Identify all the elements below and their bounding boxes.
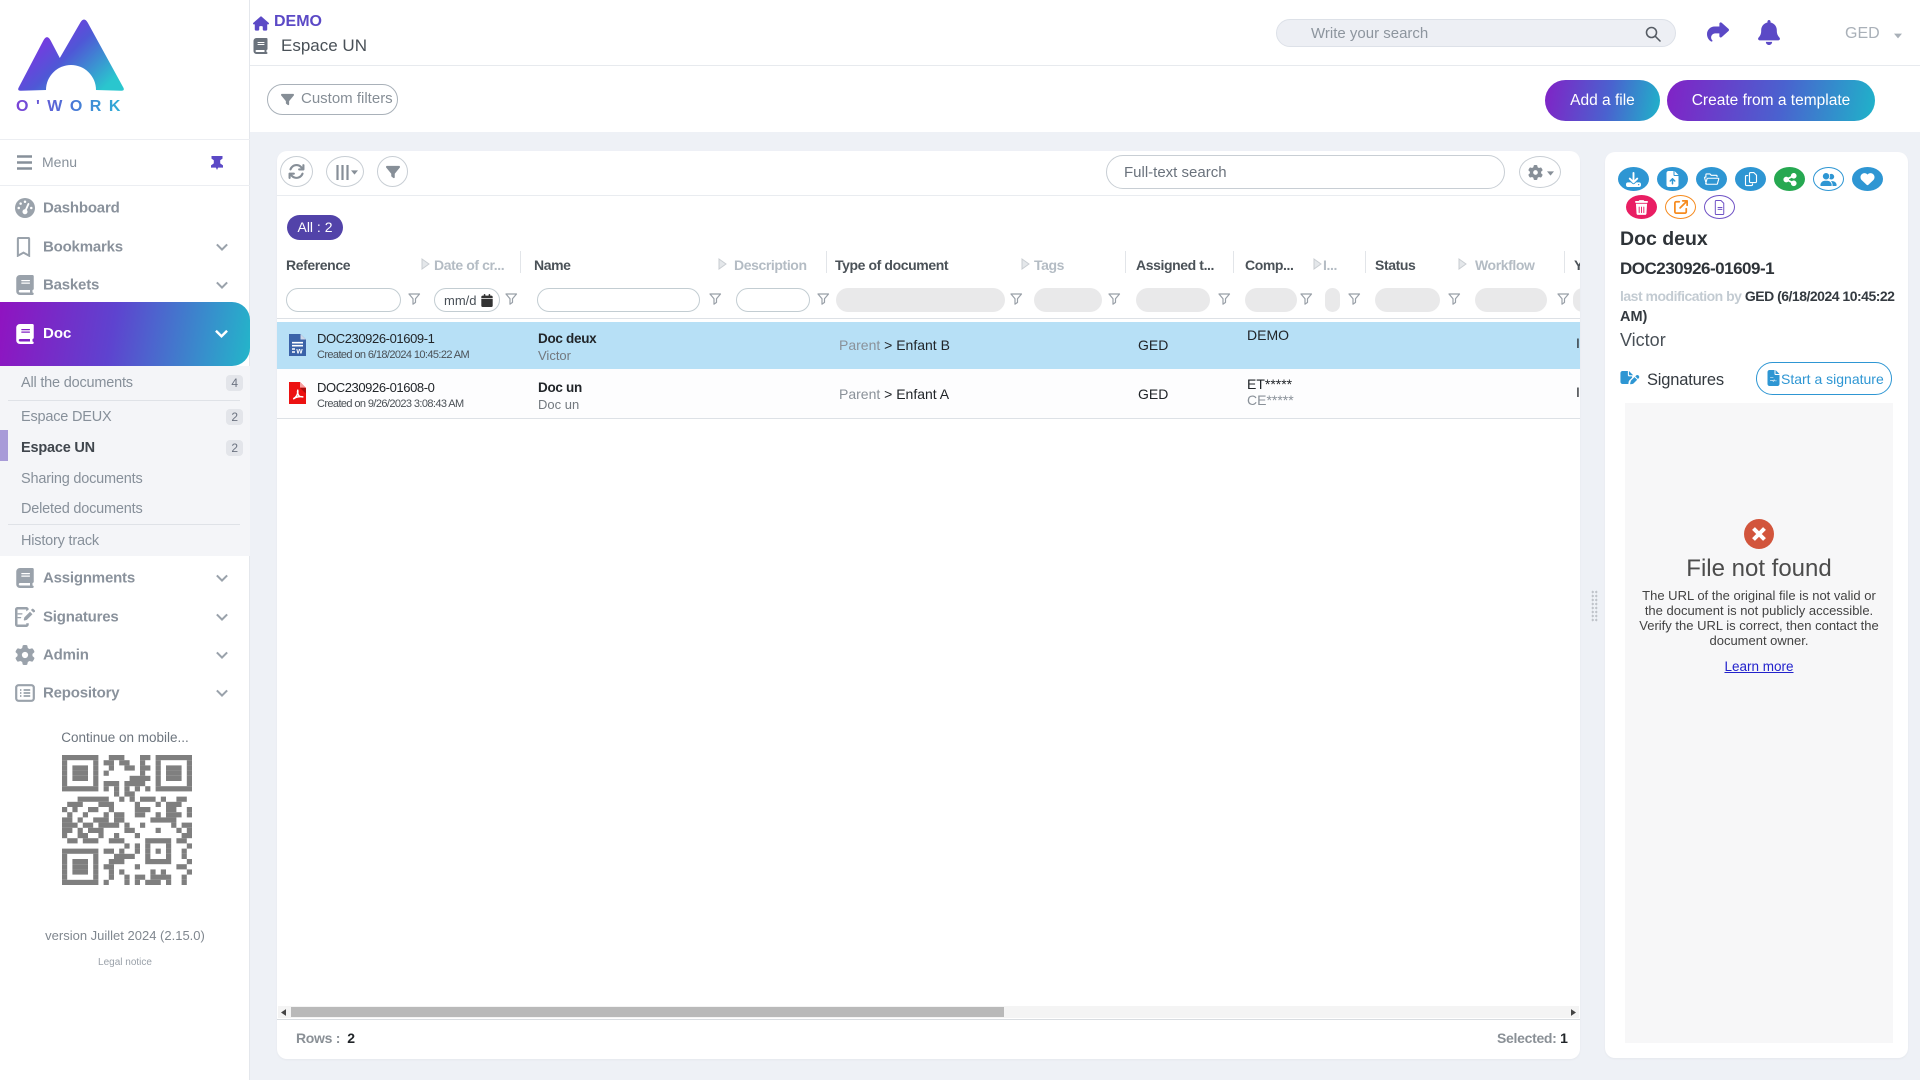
svg-text:O'WORK: O'WORK xyxy=(16,98,126,113)
svg-text:w: w xyxy=(295,347,303,356)
